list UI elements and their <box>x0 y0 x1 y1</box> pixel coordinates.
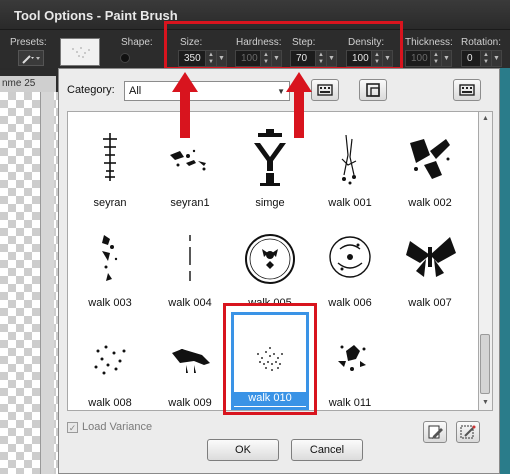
edit-brush-button[interactable] <box>423 421 447 443</box>
frame-icon <box>366 83 380 97</box>
keyboard-icon <box>459 84 475 96</box>
rotation-spinner[interactable]: 0 ▲ ▼ ▼ <box>461 50 502 67</box>
shape-label: Shape: <box>121 37 153 48</box>
brush-preset-icon <box>22 55 40 64</box>
brush-name: walk 002 <box>408 197 452 209</box>
screen: Tool Options - Paint Brush Presets: Shap… <box>0 0 510 474</box>
walk-004-brush-icon <box>189 235 191 281</box>
brush-tile[interactable]: walk 001 <box>310 119 390 218</box>
brush-tile[interactable]: walk 009 <box>150 319 230 410</box>
checkmark-icon: ✓ <box>67 421 78 433</box>
walk-003-brush-icon <box>102 235 118 281</box>
category-label: Category: <box>67 84 115 96</box>
brush-name: walk 003 <box>88 297 132 309</box>
pencil-icon <box>428 425 443 439</box>
load-variance-checkbox[interactable]: ✓ Load Variance <box>67 421 152 433</box>
presets-button[interactable] <box>18 50 44 66</box>
ok-button[interactable]: OK <box>207 439 279 461</box>
rotation-dropdown-icon[interactable]: ▼ <box>492 50 502 67</box>
brush-grid-scrollbar[interactable]: ▲ ▼ <box>479 111 493 411</box>
category-select[interactable]: All ▼ <box>124 81 290 101</box>
annotation-arrow-icon <box>286 72 312 138</box>
keyboard-icon <box>317 84 333 96</box>
brush-tile[interactable]: walk 004 <box>150 219 230 318</box>
category-value: All <box>129 85 142 97</box>
scroll-up-arrow-icon[interactable]: ▲ <box>479 112 492 126</box>
brush-tile[interactable]: walk 008 <box>70 319 150 410</box>
thickness-input[interactable]: 100 <box>405 50 431 67</box>
walk-009-brush-icon <box>172 349 210 373</box>
scrollbar-thumb[interactable] <box>480 334 490 394</box>
brush-tip-thumbnail[interactable] <box>60 38 100 66</box>
brush-tile[interactable]: walk 011 <box>310 319 390 410</box>
brush-tile[interactable]: walk 003 <box>70 219 150 318</box>
rotation-label: Rotation: <box>461 37 502 48</box>
brush-name: walk 011 <box>328 397 372 409</box>
scroll-down-arrow-icon[interactable]: ▼ <box>479 396 492 410</box>
brush-tile[interactable]: seyran <box>70 119 150 218</box>
resource-manager-button[interactable] <box>453 79 481 101</box>
brush-name: simge <box>255 197 285 209</box>
annotation-arrow-icon <box>172 72 198 138</box>
window-title: Tool Options - Paint Brush <box>14 8 178 23</box>
brush-name: walk 008 <box>88 397 132 409</box>
brush-name: walk 006 <box>328 297 372 309</box>
walk-007-brush-icon <box>406 237 456 277</box>
background-workspace-edge <box>500 68 510 474</box>
document-tab[interactable]: nme 25 <box>0 76 56 92</box>
brush-tile[interactable]: walk 007 <box>390 219 470 318</box>
brush-name: seyran1 <box>170 197 210 209</box>
presets-label: Presets: <box>10 37 47 48</box>
walk-006-brush-icon <box>329 236 371 278</box>
brush-view-button[interactable] <box>311 79 339 101</box>
walk-001-brush-icon <box>341 134 357 185</box>
brush-picker-dialog: Category: All ▼ seyran seyran1 simge wal… <box>58 68 500 474</box>
thickness-spinner[interactable]: 100 ▲ ▼ ▼ <box>405 50 452 67</box>
brush-tile[interactable]: walk 002 <box>390 119 470 218</box>
seyran-brush-icon <box>103 133 117 181</box>
load-variance-label: Load Variance <box>82 421 153 433</box>
walk-008-brush-icon <box>94 345 126 375</box>
thickness-up-down-arrows-icon[interactable]: ▲ ▼ <box>431 50 442 67</box>
brush-tip-icon <box>72 47 90 58</box>
thickness-dropdown-icon[interactable]: ▼ <box>442 50 452 67</box>
brush-settings-button[interactable] <box>456 421 480 443</box>
thickness-label: Thickness: <box>405 37 453 48</box>
round-shape-icon[interactable] <box>120 53 130 63</box>
rotation-up-down-arrows-icon[interactable]: ▲ ▼ <box>481 50 492 67</box>
annotation-highlight-box <box>223 303 317 415</box>
annotation-highlight-box <box>164 21 403 70</box>
rotation-input[interactable]: 0 <box>461 50 481 67</box>
brush-name: walk 009 <box>168 397 212 409</box>
walk-005-brush-icon <box>245 234 295 284</box>
brush-name: seyran <box>93 197 127 209</box>
cancel-button[interactable]: Cancel <box>291 439 363 461</box>
brush-name: walk 004 <box>168 297 212 309</box>
brush-tile[interactable]: walk 006 <box>310 219 390 318</box>
walk-011-brush-icon <box>338 345 366 371</box>
dotted-brush-settings-icon <box>460 425 476 439</box>
brush-options-button[interactable] <box>359 79 387 101</box>
brush-name: walk 007 <box>408 297 452 309</box>
brush-name: walk 001 <box>328 197 372 209</box>
canvas-ruler <box>40 92 54 474</box>
walk-002-brush-icon <box>410 139 450 179</box>
